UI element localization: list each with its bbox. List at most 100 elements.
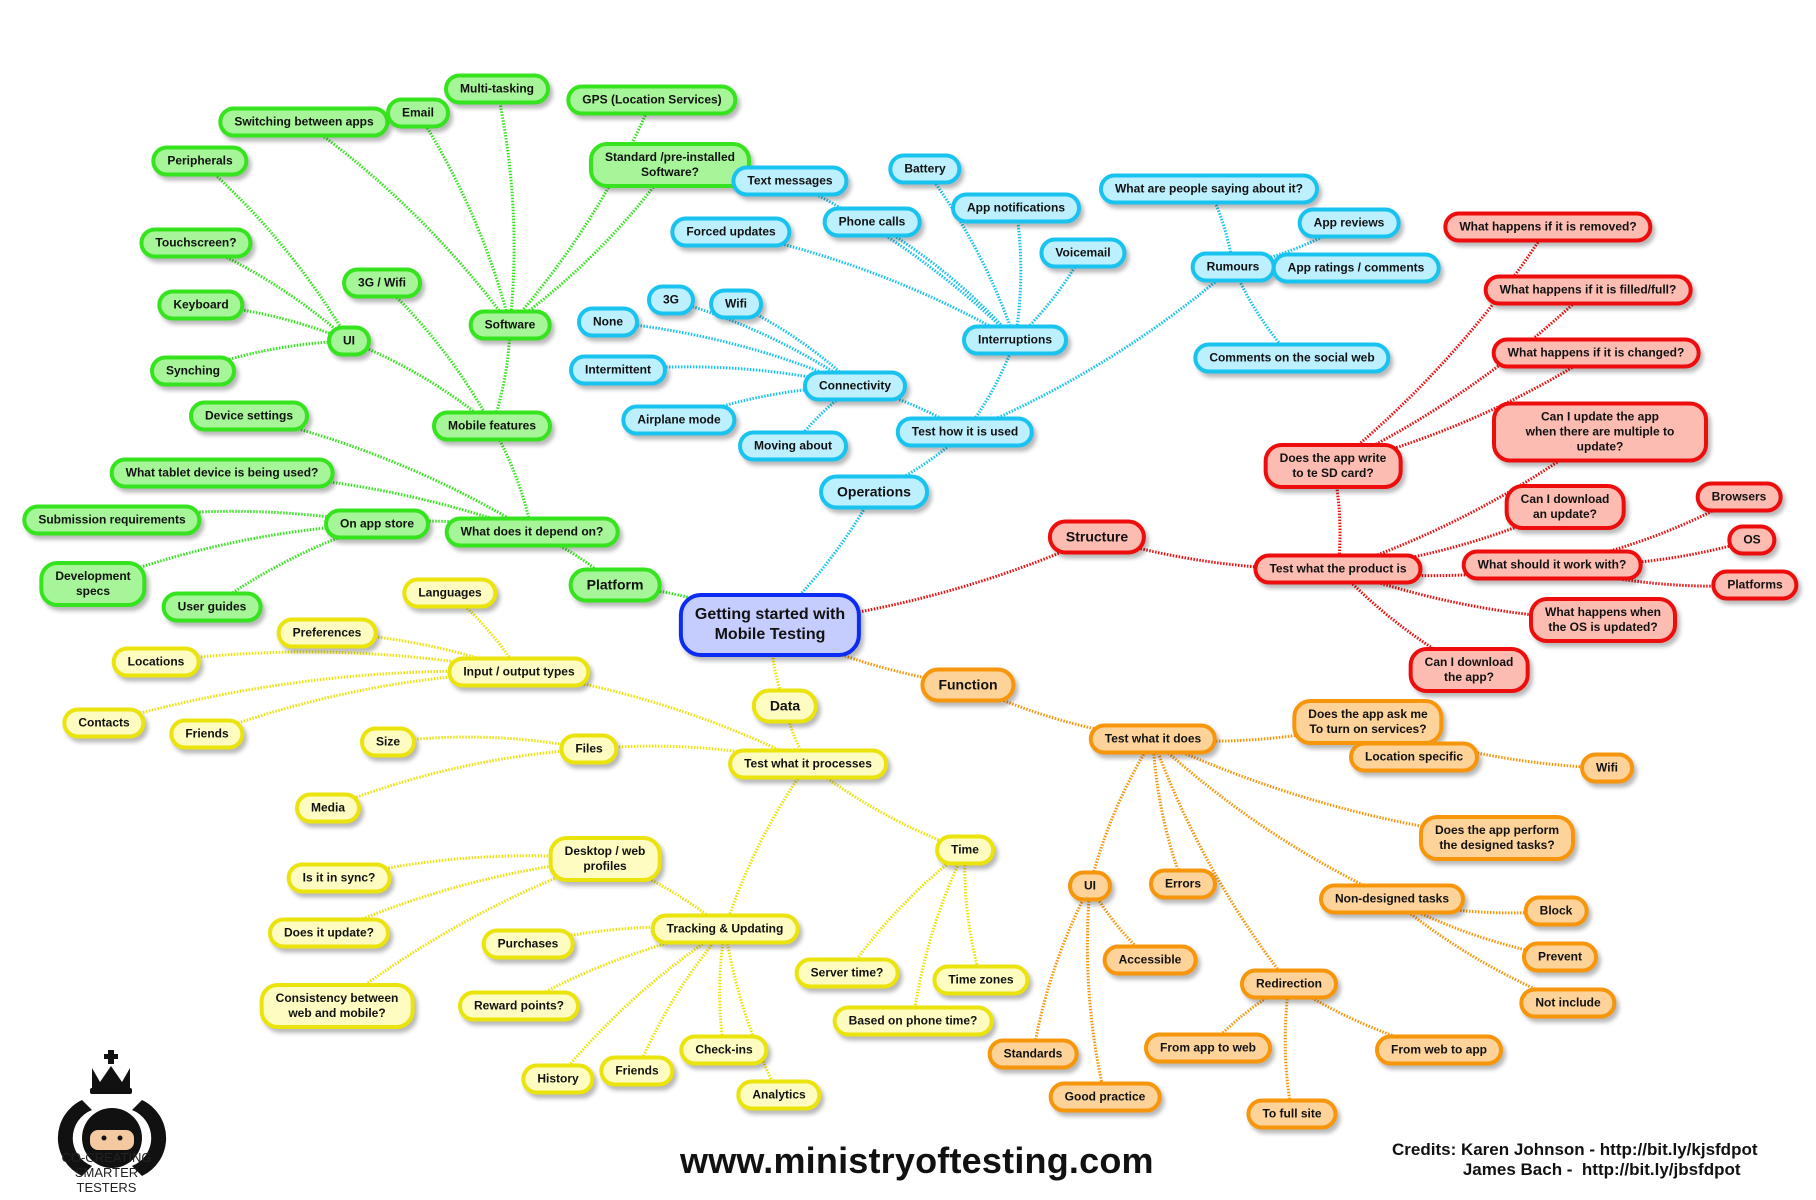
topic-node-accessible[interactable]: Accessible	[1102, 944, 1198, 976]
topic-node-connectivity[interactable]: Connectivity	[802, 370, 908, 402]
topic-node-block[interactable]: Block	[1523, 895, 1589, 927]
topic-node-ui_o[interactable]: UI	[1068, 870, 1112, 902]
topic-node-phonecalls[interactable]: Phone calls	[822, 206, 922, 238]
topic-node-ui_g[interactable]: UI	[327, 325, 371, 357]
topic-node-dlupdate[interactable]: Can I download an update?	[1504, 484, 1626, 530]
topic-node-notinclude[interactable]: Not include	[1519, 987, 1617, 1019]
topic-node-email[interactable]: Email	[385, 97, 451, 129]
topic-node-goodpractice[interactable]: Good practice	[1048, 1081, 1162, 1113]
topic-node-userguides[interactable]: User guides	[161, 591, 263, 623]
topic-node-moving[interactable]: Moving about	[738, 430, 848, 462]
topic-node-os[interactable]: OS	[1727, 524, 1777, 556]
topic-node-depend[interactable]: What does it depend on?	[444, 516, 620, 548]
topic-node-size[interactable]: Size	[359, 726, 417, 758]
topic-node-dlapp[interactable]: Can I download the app?	[1408, 647, 1530, 693]
topic-node-testused[interactable]: Test how it is used	[895, 416, 1035, 448]
topic-node-preferences[interactable]: Preferences	[276, 617, 378, 649]
topic-node-redirection[interactable]: Redirection	[1239, 968, 1339, 1000]
topic-node-media[interactable]: Media	[294, 792, 362, 824]
topic-node-none[interactable]: None	[577, 306, 639, 338]
topic-node-languages[interactable]: Languages	[402, 577, 498, 609]
topic-node-performdesigned[interactable]: Does the app perform the designed tasks?	[1418, 815, 1576, 861]
topic-node-submission[interactable]: Submission requirements	[22, 504, 202, 536]
topic-node-social[interactable]: Comments on the social web	[1193, 342, 1391, 374]
topic-node-nondesigned[interactable]: Non-designed tasks	[1318, 883, 1466, 915]
topic-node-osupdated[interactable]: What happens when the OS is updated?	[1528, 597, 1678, 643]
topic-node-locspecific[interactable]: Location specific	[1348, 741, 1480, 773]
topic-node-interruptions[interactable]: Interruptions	[962, 324, 1068, 356]
topic-node-servertime[interactable]: Server time?	[794, 957, 900, 989]
topic-node-workwith[interactable]: What should it work with?	[1461, 549, 1643, 581]
topic-node-tablet[interactable]: What tablet device is being used?	[109, 457, 335, 489]
topic-node-prevent[interactable]: Prevent	[1521, 941, 1599, 973]
topic-node-insync[interactable]: Is it in sync?	[286, 862, 392, 894]
topic-node-structure[interactable]: Structure	[1047, 519, 1147, 555]
topic-node-standards[interactable]: Standards	[987, 1038, 1079, 1070]
topic-node-friends2[interactable]: Friends	[599, 1055, 675, 1087]
topic-node-cwifi[interactable]: Wifi	[709, 288, 763, 320]
topic-node-apptoweb[interactable]: From app to web	[1144, 1032, 1272, 1064]
topic-node-touchscreen[interactable]: Touchscreen?	[139, 227, 253, 259]
topic-node-forced[interactable]: Forced updates	[670, 216, 792, 248]
topic-node-devspecs[interactable]: Development specs	[39, 561, 147, 607]
topic-node-battery[interactable]: Battery	[888, 153, 962, 185]
topic-node-saying[interactable]: What are people saying about it?	[1098, 173, 1320, 205]
topic-node-g3wifi[interactable]: 3G / Wifi	[342, 267, 422, 299]
topic-node-platforms[interactable]: Platforms	[1711, 569, 1799, 601]
topic-node-software[interactable]: Software	[468, 309, 552, 341]
topic-node-appnotif[interactable]: App notifications	[951, 192, 1081, 224]
topic-node-testprocess[interactable]: Test what it processes	[728, 748, 888, 780]
topic-node-tracking[interactable]: Tracking & Updating	[650, 913, 800, 945]
topic-node-webtoapp[interactable]: From web to app	[1375, 1034, 1503, 1066]
topic-node-time[interactable]: Time	[935, 834, 995, 866]
topic-node-c3g[interactable]: 3G	[646, 284, 696, 316]
topic-node-testproduct[interactable]: Test what the product is	[1253, 553, 1423, 585]
topic-node-owifi[interactable]: Wifi	[1580, 752, 1634, 784]
topic-node-consistency[interactable]: Consistency between web and mobile?	[259, 983, 415, 1029]
topic-node-multitask[interactable]: Multi-tasking	[444, 73, 550, 105]
topic-node-switching[interactable]: Switching between apps	[218, 106, 390, 138]
topic-node-synching[interactable]: Synching	[149, 355, 237, 387]
topic-node-checkins[interactable]: Check-ins	[679, 1034, 769, 1066]
footer-url[interactable]: www.ministryoftesting.com	[680, 1140, 1154, 1182]
topic-node-textmsg[interactable]: Text messages	[731, 165, 849, 197]
topic-node-errors[interactable]: Errors	[1148, 868, 1218, 900]
topic-node-filled[interactable]: What happens if it is filled/full?	[1483, 274, 1693, 306]
topic-node-history[interactable]: History	[521, 1063, 595, 1095]
topic-node-rumours[interactable]: Rumours	[1190, 251, 1276, 283]
topic-node-airplane[interactable]: Airplane mode	[621, 404, 737, 436]
topic-node-function[interactable]: Function	[920, 667, 1016, 703]
topic-node-standard[interactable]: Standard /pre-installed Software?	[588, 142, 752, 188]
topic-node-voicemail[interactable]: Voicemail	[1039, 237, 1127, 269]
topic-node-devsettings[interactable]: Device settings	[188, 400, 310, 432]
topic-node-phonetime[interactable]: Based on phone time?	[832, 1005, 994, 1037]
topic-node-analytics[interactable]: Analytics	[736, 1079, 822, 1111]
topic-node-operations[interactable]: Operations	[819, 474, 929, 510]
topic-node-gps[interactable]: GPS (Location Services)	[566, 84, 738, 116]
topic-node-data[interactable]: Data	[751, 688, 819, 724]
topic-node-askservices[interactable]: Does the app ask me To turn on services?	[1292, 699, 1444, 745]
topic-node-purchases[interactable]: Purchases	[481, 928, 575, 960]
topic-node-peripherals[interactable]: Peripherals	[151, 145, 249, 177]
topic-node-removed[interactable]: What happens if it is removed?	[1443, 211, 1653, 243]
topic-node-doesupdate[interactable]: Does it update?	[267, 917, 391, 949]
topic-node-iotypes[interactable]: Input / output types	[447, 656, 591, 688]
topic-node-browsers[interactable]: Browsers	[1695, 481, 1783, 513]
topic-node-intermittent[interactable]: Intermittent	[569, 354, 667, 386]
topic-node-appreviews[interactable]: App reviews	[1297, 207, 1401, 239]
topic-node-files[interactable]: Files	[559, 733, 619, 765]
topic-node-friends1[interactable]: Friends	[169, 718, 245, 750]
topic-node-mobilefeat[interactable]: Mobile features	[431, 410, 553, 442]
topic-node-timezones[interactable]: Time zones	[932, 964, 1030, 996]
central-topic[interactable]: Getting started with Mobile Testing	[678, 593, 862, 657]
topic-node-changed[interactable]: What happens if it is changed?	[1491, 337, 1701, 369]
topic-node-sdcard[interactable]: Does the app write to te SD card?	[1263, 443, 1403, 489]
topic-node-testdoes[interactable]: Test what it does	[1088, 723, 1218, 755]
topic-node-appstore[interactable]: On app store	[323, 508, 431, 540]
topic-node-locations[interactable]: Locations	[111, 646, 201, 678]
topic-node-multiupdate[interactable]: Can I update the app when there are mult…	[1492, 401, 1708, 463]
topic-node-contacts[interactable]: Contacts	[62, 707, 146, 739]
topic-node-appratings[interactable]: App ratings / comments	[1271, 252, 1441, 284]
topic-node-profiles[interactable]: Desktop / web profiles	[548, 836, 662, 882]
topic-node-keyboard[interactable]: Keyboard	[157, 289, 245, 321]
